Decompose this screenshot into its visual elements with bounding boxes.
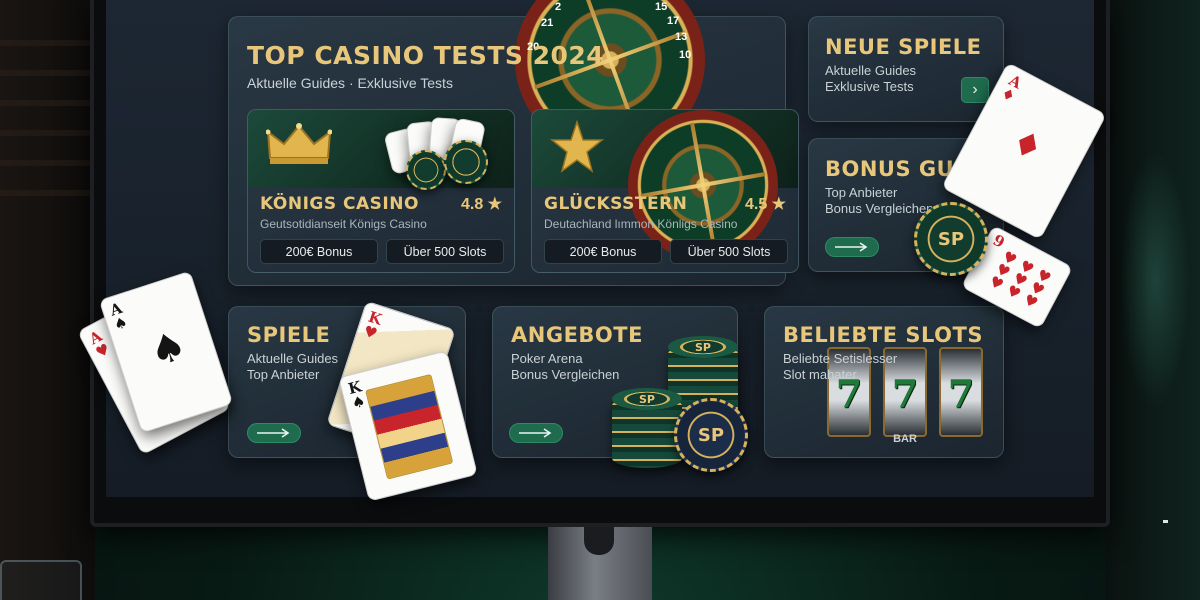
wheel-number: 15	[655, 1, 668, 13]
panel-title: ANGEBOTE	[511, 323, 643, 347]
panel-title: NEUE SPIELE	[825, 35, 982, 59]
panel-line-1: Poker Arena	[511, 351, 583, 366]
poker-chip-top-icon: SP	[668, 336, 738, 358]
poker-chip-top-icon: SP	[612, 388, 682, 410]
wheel-number: 21	[541, 17, 554, 29]
poker-chip-icon: SP	[914, 202, 988, 276]
chip-label: SP	[639, 392, 655, 406]
card-suit: ♠	[349, 391, 368, 413]
panel-line-1: Top Anbieter	[825, 185, 898, 200]
card-banner	[248, 110, 514, 190]
spade-icon: ♠	[144, 321, 193, 377]
room-background-right	[1105, 0, 1200, 600]
casino-card-koenigs[interactable]: KÖNIGS CASINO 4.8 ★ Geutsotidianseit Kön…	[247, 109, 515, 273]
panel-line-2: Bonus Vergleichen	[511, 367, 620, 382]
casino-name: KÖNIGS CASINO	[260, 194, 419, 214]
slot-reel: 7	[939, 347, 983, 437]
chip-label: SP	[937, 228, 965, 250]
power-led-icon	[1163, 520, 1168, 523]
panel-lines: Top Anbieter Bonus Vergleichen	[825, 185, 933, 217]
bonus-button[interactable]: 200€ Bonus	[260, 239, 378, 264]
panel-lines: Aktuelle Guides Top Anbieter	[247, 351, 338, 383]
slots-button[interactable]: Über 500 Slots	[386, 239, 504, 264]
monitor-stand	[548, 527, 652, 600]
panel-line-1: Aktuelle Guides	[825, 63, 917, 78]
heart-pips-icon: ♥♥♥ ♥♥♥ ♥♥♥	[986, 247, 1059, 315]
panel-title: BELIEBTE SLOTS	[783, 323, 983, 347]
wheel-number: 2	[555, 1, 562, 13]
panel-line-1: Aktuelle Guides	[247, 351, 339, 366]
panel-title: SPIELE	[247, 323, 331, 347]
wheel-number: 16	[639, 0, 651, 3]
arrow-right-icon[interactable]	[247, 423, 301, 443]
card-rank: 9	[990, 230, 1008, 252]
panel-line-2: Exklusive Tests	[825, 79, 914, 94]
casino-card-gluecksstern[interactable]: GLÜCKSSTERN 4.5 ★ Deutachland lımmon Kön…	[531, 109, 799, 273]
chip-label: SP	[695, 340, 711, 354]
casino-rating: 4.5 ★	[744, 196, 786, 213]
casino-name: GLÜCKSSTERN	[544, 194, 688, 214]
drinking-glass	[0, 560, 82, 600]
slots-button[interactable]: Über 500 Slots	[670, 239, 788, 264]
panel-line: Aktuelle Guides Exklusive Tests	[825, 63, 916, 95]
panel-lines: Poker Arena Bonus Vergleichen	[511, 351, 619, 383]
panel-line-1: Beliebte Setislesser	[783, 351, 898, 366]
card-suit: ♠	[111, 312, 130, 335]
room-background-left	[0, 0, 95, 600]
panel-neue-spiele[interactable]: NEUE SPIELE Aktuelle Guides Exklusive Te…	[808, 16, 1004, 122]
hero-title: TOP CASINO TESTS 2024	[247, 41, 605, 70]
card-suit: ♥	[361, 321, 380, 344]
poker-chip-icon: SP	[674, 398, 748, 472]
casino-rating: 4.8 ★	[460, 196, 502, 213]
king-face-illustration	[365, 373, 454, 480]
panel-lines: Beliebte Setislesser Slot mahater	[783, 351, 897, 383]
casino-description: Deutachland lımmon Könligs Casino	[544, 217, 738, 231]
poker-chip-icon	[444, 140, 488, 184]
slot-bar-label: BAR	[893, 433, 917, 445]
chip-label: SP	[697, 424, 725, 446]
slot-symbol-seven: 7	[947, 371, 975, 416]
wheel-number: 17	[667, 15, 680, 27]
panel-line-2: Top Anbieter	[247, 367, 320, 382]
wheel-number: 3	[573, 0, 579, 1]
hero-subtitle: Aktuelle Guides · Exklusive Tests	[247, 75, 453, 91]
panel-beliebte-slots[interactable]: 7 7 7 BAR BELIEBTE SLOTS Beliebte Setisl…	[764, 306, 1004, 458]
panel-line-2: Slot mahater	[783, 367, 857, 382]
poker-chip-icon	[406, 150, 446, 190]
card-suit: ♥	[92, 339, 113, 362]
card-banner	[532, 110, 798, 260]
casino-description: Geutsotidianseit Königs Casino	[260, 217, 427, 231]
bonus-button[interactable]: 200€ Bonus	[544, 239, 662, 264]
arrow-right-icon[interactable]	[509, 423, 563, 443]
wheel-number: 13	[675, 31, 688, 43]
chevron-right-icon[interactable]: ›	[961, 77, 989, 103]
wheel-number: 10	[679, 49, 692, 61]
diamond-icon: ♦	[1004, 121, 1050, 171]
arrow-right-icon[interactable]	[825, 237, 879, 257]
panel-line-2: Bonus Vergleichen	[825, 201, 934, 216]
hero-panel[interactable]: 21 2 3 0 2 16 15 17 13 10 20 TOP CASINO …	[228, 0, 799, 286]
crown-icon	[266, 123, 332, 164]
star-icon	[550, 120, 604, 173]
roulette-wheel-icon	[628, 110, 778, 260]
